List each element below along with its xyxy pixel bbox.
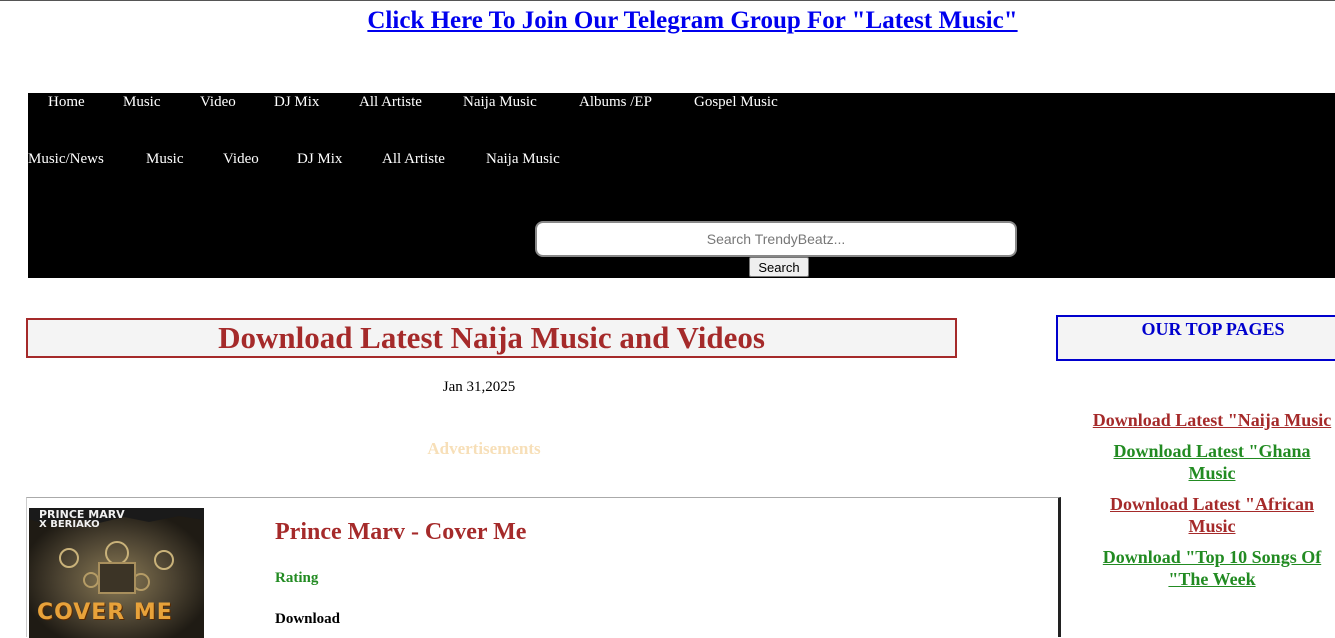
post-download-link[interactable]: Download bbox=[275, 611, 340, 628]
nav-item-home[interactable]: Home bbox=[48, 94, 85, 111]
nav-item-dj-mix-2[interactable]: DJ Mix bbox=[297, 151, 342, 168]
telegram-group-link[interactable]: Click Here To Join Our Telegram Group Fo… bbox=[0, 7, 1335, 35]
advertisements-label: Advertisements bbox=[427, 439, 541, 458]
top-pages-list: Download Latest "Naija Music Download La… bbox=[1088, 409, 1335, 599]
cover-title-text: COVER ME bbox=[37, 600, 173, 625]
top-page-link-african-music[interactable]: Download Latest "African Music bbox=[1088, 493, 1335, 537]
nav-item-all-artiste-2[interactable]: All Artiste bbox=[382, 151, 445, 168]
nav-item-video[interactable]: Video bbox=[200, 94, 236, 111]
main-navigation: Home Music Video DJ Mix All Artiste Naij… bbox=[28, 93, 1335, 278]
nav-item-naija-music[interactable]: Naija Music bbox=[463, 94, 537, 111]
nav-item-all-artiste[interactable]: All Artiste bbox=[359, 94, 422, 111]
nav-item-music-news[interactable]: Music/News bbox=[28, 151, 104, 168]
post-rating-label: Rating bbox=[275, 570, 319, 586]
search-button[interactable]: Search bbox=[749, 257, 809, 277]
post-date: Jan 31,2025 bbox=[442, 379, 516, 395]
top-page-link-ghana-music[interactable]: Download Latest "Ghana Music bbox=[1088, 440, 1335, 484]
sidebar-header-box: OUR TOP PAGES bbox=[1056, 315, 1335, 361]
post-title[interactable]: Prince Marv - Cover Me bbox=[275, 519, 526, 546]
post-card[interactable]: PRINCE MARV X BERIAKO COVER ME Prince Ma… bbox=[26, 497, 1061, 638]
sidebar-title: OUR TOP PAGES bbox=[1141, 319, 1285, 339]
page-title: Download Latest Naija Music and Videos bbox=[26, 318, 957, 358]
nav-item-dj-mix[interactable]: DJ Mix bbox=[274, 94, 319, 111]
cover-art-image[interactable]: PRINCE MARV X BERIAKO COVER ME bbox=[29, 508, 204, 638]
nav-item-gospel-music[interactable]: Gospel Music bbox=[694, 94, 778, 111]
cover-feature-text: X BERIAKO bbox=[39, 519, 100, 530]
nav-item-video-2[interactable]: Video bbox=[223, 151, 259, 168]
nav-item-music-2[interactable]: Music bbox=[146, 151, 184, 168]
nav-item-naija-music-2[interactable]: Naija Music bbox=[486, 151, 560, 168]
nav-item-albums-ep[interactable]: Albums /EP bbox=[579, 94, 652, 111]
search-input[interactable] bbox=[535, 221, 1017, 257]
top-page-link-top-10-songs[interactable]: Download "Top 10 Songs Of "The Week bbox=[1088, 546, 1335, 590]
nav-item-music[interactable]: Music bbox=[123, 94, 161, 111]
top-page-link-naija-music[interactable]: Download Latest "Naija Music bbox=[1088, 409, 1335, 431]
top-divider bbox=[0, 0, 1335, 1]
